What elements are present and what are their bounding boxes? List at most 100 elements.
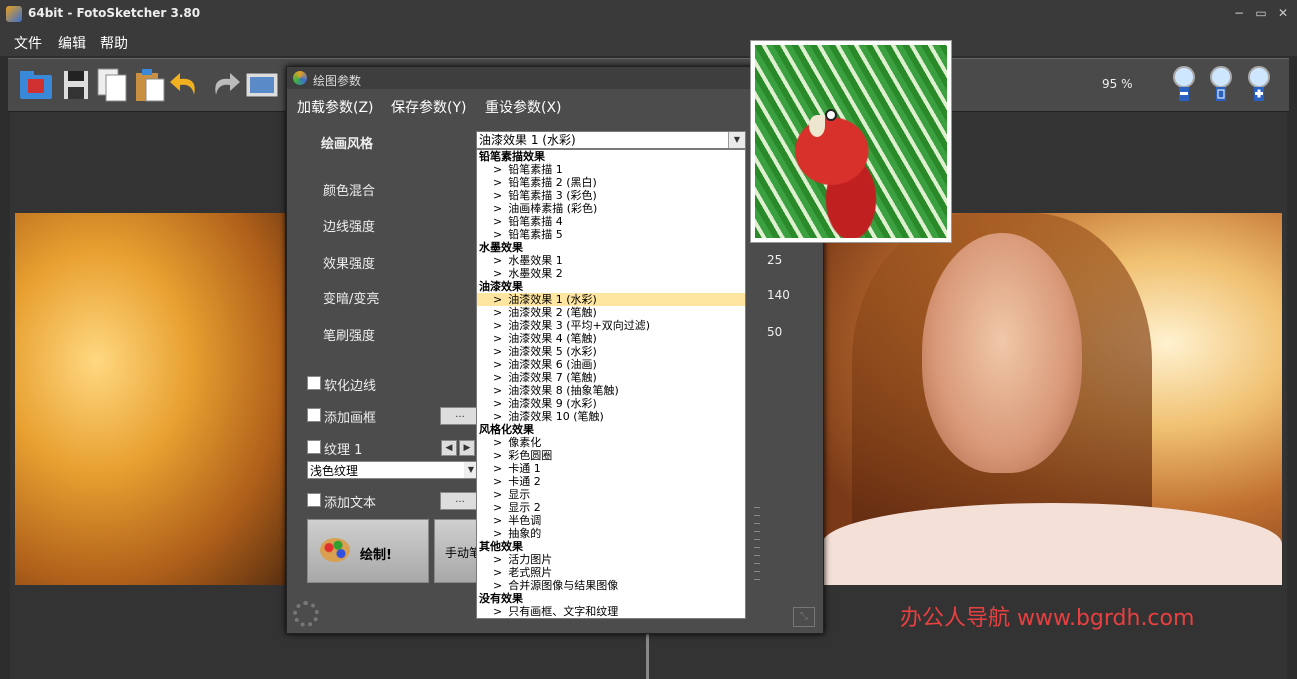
style-select[interactable]: 油漆效果 1 (水彩) ▼: [476, 131, 746, 149]
dropdown-option[interactable]: > 油漆效果 2 (笔触): [477, 306, 745, 319]
dropdown-option-label: 活力图片: [508, 553, 553, 566]
chevron-right-icon: >: [493, 189, 503, 202]
add-frame-checkbox[interactable]: [307, 408, 321, 422]
open-folder-icon[interactable]: [18, 67, 54, 103]
redo-icon[interactable]: [206, 67, 242, 103]
dropdown-option[interactable]: > 只有画框、文字和纹理: [477, 605, 745, 618]
dropdown-option-label: 油漆效果 5 (水彩): [508, 345, 597, 358]
manual-button-label: 手动笔: [445, 546, 480, 560]
maximize-button[interactable]: ▭: [1252, 5, 1270, 21]
dropdown-option[interactable]: > 铅笔素描 2 (黑白): [477, 176, 745, 189]
chevron-right-icon: >: [493, 267, 503, 280]
chevron-right-icon: >: [493, 228, 503, 241]
dropdown-option[interactable]: > 像素化: [477, 436, 745, 449]
chevron-right-icon: >: [493, 488, 503, 501]
dropdown-option[interactable]: > 油画棒素描 (彩色): [477, 202, 745, 215]
dropdown-option-label: 水墨效果 2: [508, 267, 563, 280]
film-icon[interactable]: [244, 67, 280, 103]
settings-gear-icon[interactable]: [293, 601, 319, 627]
dropdown-option-label: 油漆效果 6 (油画): [508, 358, 597, 371]
copy-icon[interactable]: [94, 67, 130, 103]
chevron-right-icon: >: [493, 605, 503, 618]
manual-paint-button[interactable]: 手动笔: [434, 519, 480, 583]
param-value-effect: 25: [767, 253, 783, 267]
param-label-effect: 效果强度: [323, 257, 376, 272]
load-params-menu[interactable]: 加载参数(Z): [297, 97, 374, 117]
draw-button[interactable]: 绘制!: [307, 519, 429, 583]
chevron-right-icon: >: [493, 202, 503, 215]
chevron-right-icon: >: [493, 527, 503, 540]
menu-file[interactable]: 文件: [14, 33, 42, 53]
dropdown-option[interactable]: > 油漆效果 3 (平均+双向过滤): [477, 319, 745, 332]
minimize-button[interactable]: −: [1230, 5, 1248, 21]
dropdown-option-label: 油画棒素描 (彩色): [508, 202, 598, 215]
dropdown-option-label: 油漆效果 1 (水彩): [508, 293, 597, 306]
dropdown-option[interactable]: > 水墨效果 2: [477, 267, 745, 280]
texture-select[interactable]: 浅色纹理 ▼: [307, 461, 479, 479]
dropdown-option[interactable]: > 油漆效果 8 (抽象笔触): [477, 384, 745, 397]
save-icon[interactable]: [58, 67, 94, 103]
dropdown-option[interactable]: > 油漆效果 5 (水彩): [477, 345, 745, 358]
dropdown-option[interactable]: > 卡通 1: [477, 462, 745, 475]
save-params-menu[interactable]: 保存参数(Y): [391, 97, 466, 117]
dropdown-option[interactable]: > 油漆效果 4 (笔触): [477, 332, 745, 345]
expand-icon[interactable]: ⤡: [793, 607, 815, 627]
param-label-brightness: 变暗/变亮: [323, 292, 380, 307]
dropdown-option-label: 铅笔素描 4: [508, 215, 563, 228]
texture-next-button[interactable]: ▶: [459, 440, 475, 456]
dropdown-option[interactable]: > 显示: [477, 488, 745, 501]
dropdown-option[interactable]: > 老式照片: [477, 566, 745, 579]
dropdown-option[interactable]: > 油漆效果 9 (水彩): [477, 397, 745, 410]
dropdown-option[interactable]: > 活力图片: [477, 553, 745, 566]
slider-ticks: [754, 507, 760, 587]
chevron-right-icon: >: [493, 215, 503, 228]
dropdown-option[interactable]: > 铅笔素描 4: [477, 215, 745, 228]
text-options-button[interactable]: ...: [440, 492, 480, 510]
dropdown-option[interactable]: > 半色调: [477, 514, 745, 527]
dialog-title-bar[interactable]: 绘图参数: [287, 67, 823, 89]
watermark: 办公人导航 www.bgrdh.com: [900, 606, 1195, 631]
zoom-out-icon[interactable]: [1171, 65, 1199, 103]
undo-icon[interactable]: [168, 67, 204, 103]
dropdown-option-label: 老式照片: [508, 566, 553, 579]
menu-edit[interactable]: 编辑: [58, 33, 86, 53]
dropdown-option[interactable]: > 彩色圆圈: [477, 449, 745, 462]
dropdown-option-label: 铅笔素描 1: [508, 163, 563, 176]
palette-icon: [320, 538, 350, 562]
dropdown-option[interactable]: > 铅笔素描 5: [477, 228, 745, 241]
dropdown-option-label: 半色调: [508, 514, 542, 527]
dropdown-option[interactable]: > 铅笔素描 3 (彩色): [477, 189, 745, 202]
splitter[interactable]: [646, 630, 649, 679]
close-button[interactable]: ✕: [1274, 5, 1292, 21]
dropdown-option-label: 抽象的: [508, 527, 542, 540]
dropdown-option[interactable]: > 显示 2: [477, 501, 745, 514]
dropdown-option[interactable]: > 抽象的: [477, 527, 745, 540]
dropdown-option[interactable]: > 油漆效果 1 (水彩): [477, 293, 745, 306]
dropdown-option[interactable]: > 油漆效果 6 (油画): [477, 358, 745, 371]
add-text-checkbox[interactable]: [307, 493, 321, 507]
dropdown-option[interactable]: > 水墨效果 1: [477, 254, 745, 267]
soften-edges-checkbox[interactable]: [307, 376, 321, 390]
style-dropdown-list: 铅笔素描效果 > 铅笔素描 1 > 铅笔素描 2 (黑白) > 铅笔素描 3 (彩色) > 油画…: [476, 149, 746, 619]
frame-options-button[interactable]: ...: [440, 407, 480, 425]
chevron-right-icon: >: [493, 358, 503, 371]
texture-checkbox[interactable]: [307, 440, 321, 454]
chevron-down-icon[interactable]: ▼: [728, 132, 745, 148]
paste-icon[interactable]: [132, 67, 168, 103]
dropdown-option-label: 水墨效果 1: [508, 254, 563, 267]
dropdown-option[interactable]: > 油漆效果 10 (笔触): [477, 410, 745, 423]
source-image: [15, 213, 285, 585]
reset-params-menu[interactable]: 重设参数(X): [485, 97, 562, 117]
param-value-brightness: 140: [767, 288, 790, 302]
dropdown-option-label: 油漆效果 9 (水彩): [508, 397, 597, 410]
zoom-in-icon[interactable]: [1246, 65, 1274, 103]
dropdown-option[interactable]: > 铅笔素描 1: [477, 163, 745, 176]
dropdown-option-label: 油漆效果 7 (笔触): [508, 371, 597, 384]
dropdown-option[interactable]: > 卡通 2: [477, 475, 745, 488]
window-title: 64bit - FotoSketcher 3.80: [28, 6, 201, 20]
zoom-fit-icon[interactable]: [1208, 65, 1236, 103]
texture-prev-button[interactable]: ◀: [441, 440, 457, 456]
dropdown-option[interactable]: > 油漆效果 7 (笔触): [477, 371, 745, 384]
dropdown-option[interactable]: > 合并源图像与结果图像: [477, 579, 745, 592]
menu-help[interactable]: 帮助: [100, 33, 128, 53]
